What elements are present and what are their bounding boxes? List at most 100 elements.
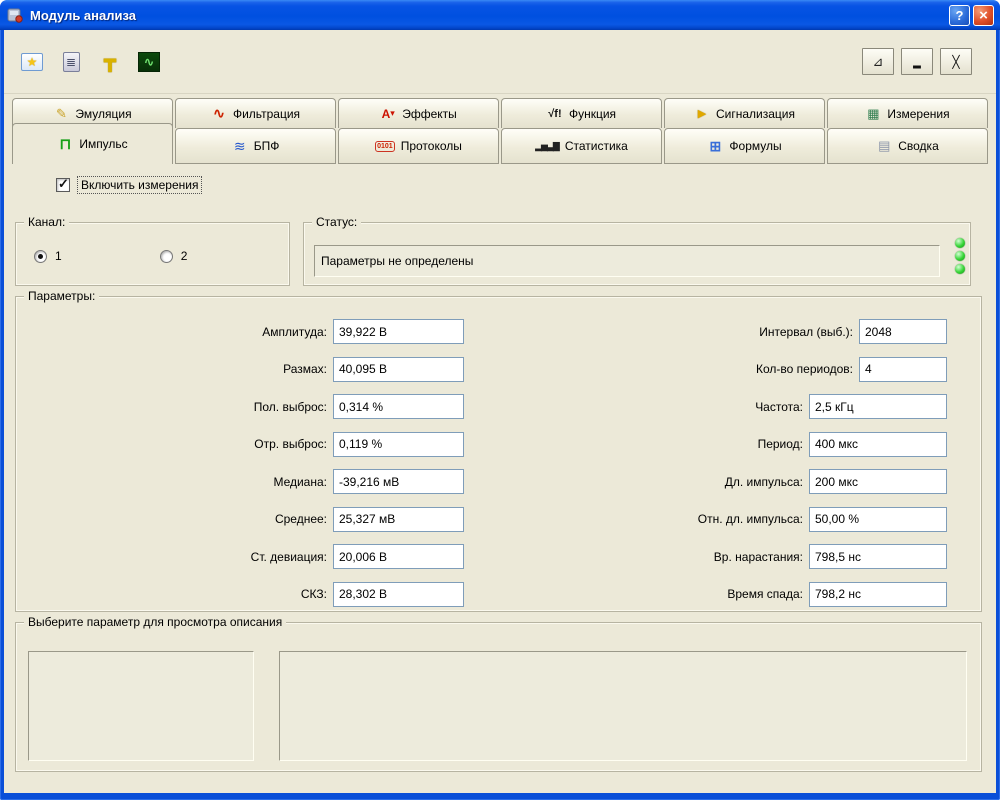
channel-group: Канал: 1 2	[15, 222, 290, 286]
parameter-row: Пол. выброс: 0,314 %	[24, 388, 464, 426]
tab[interactable]: Статистика	[501, 128, 662, 164]
panel-control-icon	[873, 55, 884, 68]
status-led-icon	[955, 238, 965, 248]
tab-label: Сводка	[898, 139, 939, 153]
channel-radio[interactable]: 2	[160, 249, 188, 263]
tab[interactable]: Измерения	[827, 98, 988, 128]
radio-icon	[160, 250, 173, 263]
parameter-row: Период: 400 мкс	[486, 426, 947, 464]
tab-icon	[876, 138, 892, 154]
parameter-label: Кол-во периодов:	[756, 362, 853, 376]
parameter-value-field[interactable]: 798,5 нс	[809, 544, 947, 569]
parameter-row: Отн. дл. импульса: 50,00 %	[486, 501, 947, 539]
parameter-value-field[interactable]: 4	[859, 357, 947, 382]
window-title: Модуль анализа	[30, 8, 949, 23]
tab-icon	[375, 138, 395, 154]
tab[interactable]: БПФ	[175, 128, 336, 164]
toolbar-button[interactable]	[94, 48, 126, 76]
title-bar[interactable]: Модуль анализа ? ×	[0, 0, 1000, 30]
parameter-label: Вр. нарастания:	[714, 550, 803, 564]
tab-label: Измерения	[887, 107, 949, 121]
toolbar-right-group	[862, 48, 972, 75]
tab[interactable]: Фильтрация	[175, 98, 336, 128]
parameter-value-field[interactable]: 40,095 В	[333, 357, 464, 382]
parameter-label: Частота:	[755, 400, 803, 414]
close-button[interactable]: ×	[973, 5, 994, 26]
enable-measurements-label[interactable]: Включить измерения	[77, 176, 202, 194]
tab[interactable]: Сводка	[827, 128, 988, 164]
parameter-value-field[interactable]: 28,302 В	[333, 582, 464, 607]
status-group-title: Статус:	[312, 215, 361, 229]
channel-radio-label: 1	[55, 249, 62, 263]
toolbar-button[interactable]	[16, 48, 48, 76]
channel-group-title: Канал:	[24, 215, 69, 229]
parameter-label: Пол. выброс:	[254, 400, 327, 414]
channel-radio[interactable]: 1	[34, 249, 62, 263]
panel-control-button[interactable]	[940, 48, 972, 75]
parameter-label: Среднее:	[275, 512, 327, 526]
parameter-row: СКЗ: 28,302 В	[24, 576, 464, 614]
tab-label: Формулы	[729, 139, 781, 153]
channel-options: 1 2	[16, 223, 289, 263]
parameter-value-field[interactable]: 2048	[859, 319, 947, 344]
tab[interactable]: Протоколы	[338, 128, 499, 164]
tab-label: Эффекты	[402, 107, 457, 121]
parameter-value-field[interactable]: 39,922 В	[333, 319, 464, 344]
parameter-label: Медиана:	[273, 475, 327, 489]
tab[interactable]: Функция	[501, 98, 662, 128]
parameter-label: Амплитуда:	[262, 325, 327, 339]
panel-control-button[interactable]	[862, 48, 894, 75]
analysis-module-window: Модуль анализа ? ×	[0, 0, 1000, 800]
parameter-value-field[interactable]: 798,2 нс	[809, 582, 947, 607]
toolbar-button[interactable]	[133, 48, 165, 76]
parameter-row: Отр. выброс: 0,119 %	[24, 426, 464, 464]
parameter-row: Амплитуда: 39,922 В	[24, 313, 464, 351]
parameter-label: Ст. девиация:	[251, 550, 327, 564]
parameter-value-field[interactable]: 2,5 кГц	[809, 394, 947, 419]
parameters-left-column: Амплитуда: 39,922 В Размах: 40,095 В Пол…	[24, 313, 464, 613]
parameter-value-field[interactable]: -39,216 мВ	[333, 469, 464, 494]
description-group-title: Выберите параметр для просмотра описания	[24, 615, 286, 629]
status-led-icon	[955, 251, 965, 261]
tab[interactable]: Эффекты	[338, 98, 499, 128]
parameter-row: Дл. импульса: 200 мкс	[486, 463, 947, 501]
tab-row-front: Импульс БПФ Протоколы Статистика	[12, 128, 988, 164]
tab[interactable]: Сигнализация	[664, 98, 825, 128]
tab-label: Импульс	[79, 137, 127, 151]
parameter-label: СКЗ:	[301, 587, 327, 601]
tab-icon	[380, 106, 396, 122]
status-group: Статус: Параметры не определены	[303, 222, 971, 286]
parameter-value-field[interactable]: 0,314 %	[333, 394, 464, 419]
tab[interactable]: Импульс	[12, 123, 173, 164]
status-led-stack	[955, 238, 965, 274]
parameter-value-field[interactable]: 20,006 В	[333, 544, 464, 569]
parameter-label: Период:	[758, 437, 803, 451]
tab[interactable]: Формулы	[664, 128, 825, 164]
parameter-row: Вр. нарастания: 798,5 нс	[486, 538, 947, 576]
parameter-value-field[interactable]: 200 мкс	[809, 469, 947, 494]
status-led-icon	[955, 264, 965, 274]
tab-icon	[865, 106, 881, 122]
panel-control-button[interactable]	[901, 48, 933, 75]
toolbar-button[interactable]	[55, 48, 87, 76]
status-message-box: Параметры не определены	[314, 245, 940, 277]
tab-icon	[57, 136, 73, 152]
parameters-group-title: Параметры:	[24, 289, 99, 303]
enable-measurements-checkbox[interactable]	[56, 178, 70, 192]
tab-icon	[547, 106, 563, 122]
tab-icon	[211, 106, 227, 122]
parameter-value-field[interactable]: 50,00 %	[809, 507, 947, 532]
client-area: Эмуляция Фильтрация Эффекты Функция	[4, 30, 996, 793]
parameters-group: Параметры: Амплитуда: 39,922 В Размах: 4…	[15, 296, 982, 612]
parameter-value-field[interactable]: 400 мкс	[809, 432, 947, 457]
parameter-value-field[interactable]: 25,327 мВ	[333, 507, 464, 532]
parameter-label: Дл. импульса:	[725, 475, 803, 489]
help-button[interactable]: ?	[949, 5, 970, 26]
description-list-panel[interactable]	[28, 651, 254, 761]
parameter-row: Медиана: -39,216 мВ	[24, 463, 464, 501]
toolbar-left-group	[16, 48, 165, 76]
tab-icon	[694, 106, 710, 122]
parameter-value-field[interactable]: 0,119 %	[333, 432, 464, 457]
panel-control-icon	[913, 55, 921, 69]
tab-label: Функция	[569, 107, 616, 121]
